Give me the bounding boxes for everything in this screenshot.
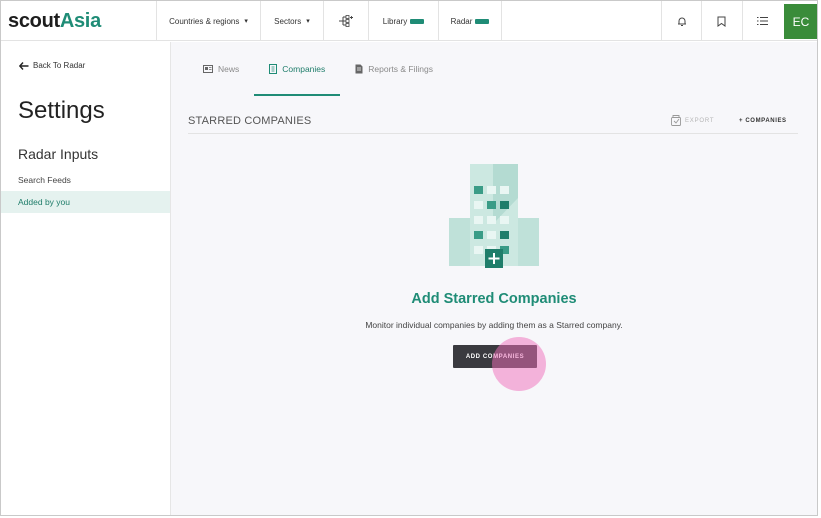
- user-avatar[interactable]: EC: [784, 4, 817, 39]
- avatar-initials: EC: [792, 14, 810, 29]
- sidebar-item-label: Added by you: [18, 197, 70, 207]
- notifications-button[interactable]: [661, 1, 701, 41]
- logo-text-asia: Asia: [59, 10, 101, 32]
- tab-reports-filings[interactable]: Reports & Filings: [340, 42, 448, 96]
- add-companies-button[interactable]: ADD COMPANIES: [453, 345, 537, 368]
- add-companies-link[interactable]: + COMPANIES: [739, 118, 787, 124]
- sidebar-item-search-feeds[interactable]: Search Feeds: [1, 169, 170, 191]
- bookmark-icon: [717, 16, 726, 27]
- chevron-down-icon: ▾: [244, 18, 248, 25]
- sidebar-item-label: Search Feeds: [18, 175, 71, 185]
- nav-library[interactable]: Library: [368, 1, 438, 41]
- settings-sidebar: Back To Radar Settings Radar Inputs Sear…: [1, 42, 171, 515]
- app-window: scoutAsia Countries & regions ▾ Sectors …: [0, 0, 818, 516]
- empty-state-description: Monitor individual companies by adding t…: [365, 320, 623, 330]
- hierarchy-add-icon: [339, 15, 353, 27]
- building-icon: [269, 64, 278, 74]
- back-to-radar-link[interactable]: Back To Radar: [19, 61, 85, 70]
- newspaper-icon: [203, 65, 213, 73]
- scoutasia-logo[interactable]: scoutAsia: [8, 10, 101, 33]
- list-icon: [757, 17, 768, 25]
- tab-news-label: News: [218, 64, 240, 74]
- section-title: STARRED COMPANIES: [188, 115, 312, 127]
- back-link-label: Back To Radar: [33, 61, 86, 70]
- page-title: Settings: [18, 97, 105, 124]
- nav-sectors-label: Sectors: [274, 16, 302, 26]
- bell-icon: [677, 17, 686, 26]
- bookmarks-button[interactable]: [701, 1, 741, 41]
- nav-library-label: Library: [382, 16, 408, 26]
- empty-state-title: Add Starred Companies: [411, 291, 577, 307]
- nav-sectors[interactable]: Sectors ▾: [260, 1, 323, 41]
- sidebar-section-title: Radar Inputs: [18, 146, 99, 162]
- tab-companies-label: Companies: [282, 64, 326, 74]
- arrow-left-icon: [19, 61, 29, 70]
- beta-badge: [410, 18, 425, 24]
- building-illustration: [449, 164, 539, 268]
- main-content: News Companies Reports & Filings STARRED…: [171, 42, 817, 515]
- sidebar-item-added-by-you[interactable]: Added by you: [1, 191, 170, 213]
- content-tabs: News Companies Reports & Filings: [188, 42, 448, 96]
- export-label: EXPORT: [685, 117, 715, 124]
- document-icon: [355, 64, 363, 74]
- top-navigation: scoutAsia Countries & regions ▾ Sectors …: [1, 1, 817, 41]
- nav-countries-label: Countries & regions: [169, 16, 240, 26]
- beta-badge: [475, 18, 490, 24]
- chevron-down-icon: ▾: [306, 18, 310, 25]
- tab-companies[interactable]: Companies: [254, 42, 341, 96]
- export-icon: [671, 115, 681, 126]
- nav-add-node-button[interactable]: [323, 1, 368, 41]
- starred-companies-header: STARRED COMPANIES EXPORT + COMPANIES: [188, 110, 798, 134]
- nav-radar-label: Radar: [450, 16, 473, 26]
- tab-news[interactable]: News: [188, 42, 254, 96]
- menu-button[interactable]: [742, 1, 782, 41]
- nav-radar[interactable]: Radar: [438, 1, 502, 41]
- tab-reports-label: Reports & Filings: [368, 64, 433, 74]
- export-button[interactable]: EXPORT: [671, 115, 714, 126]
- nav-countries-regions[interactable]: Countries & regions ▾: [156, 1, 260, 41]
- logo-text-scout: scout: [8, 10, 60, 32]
